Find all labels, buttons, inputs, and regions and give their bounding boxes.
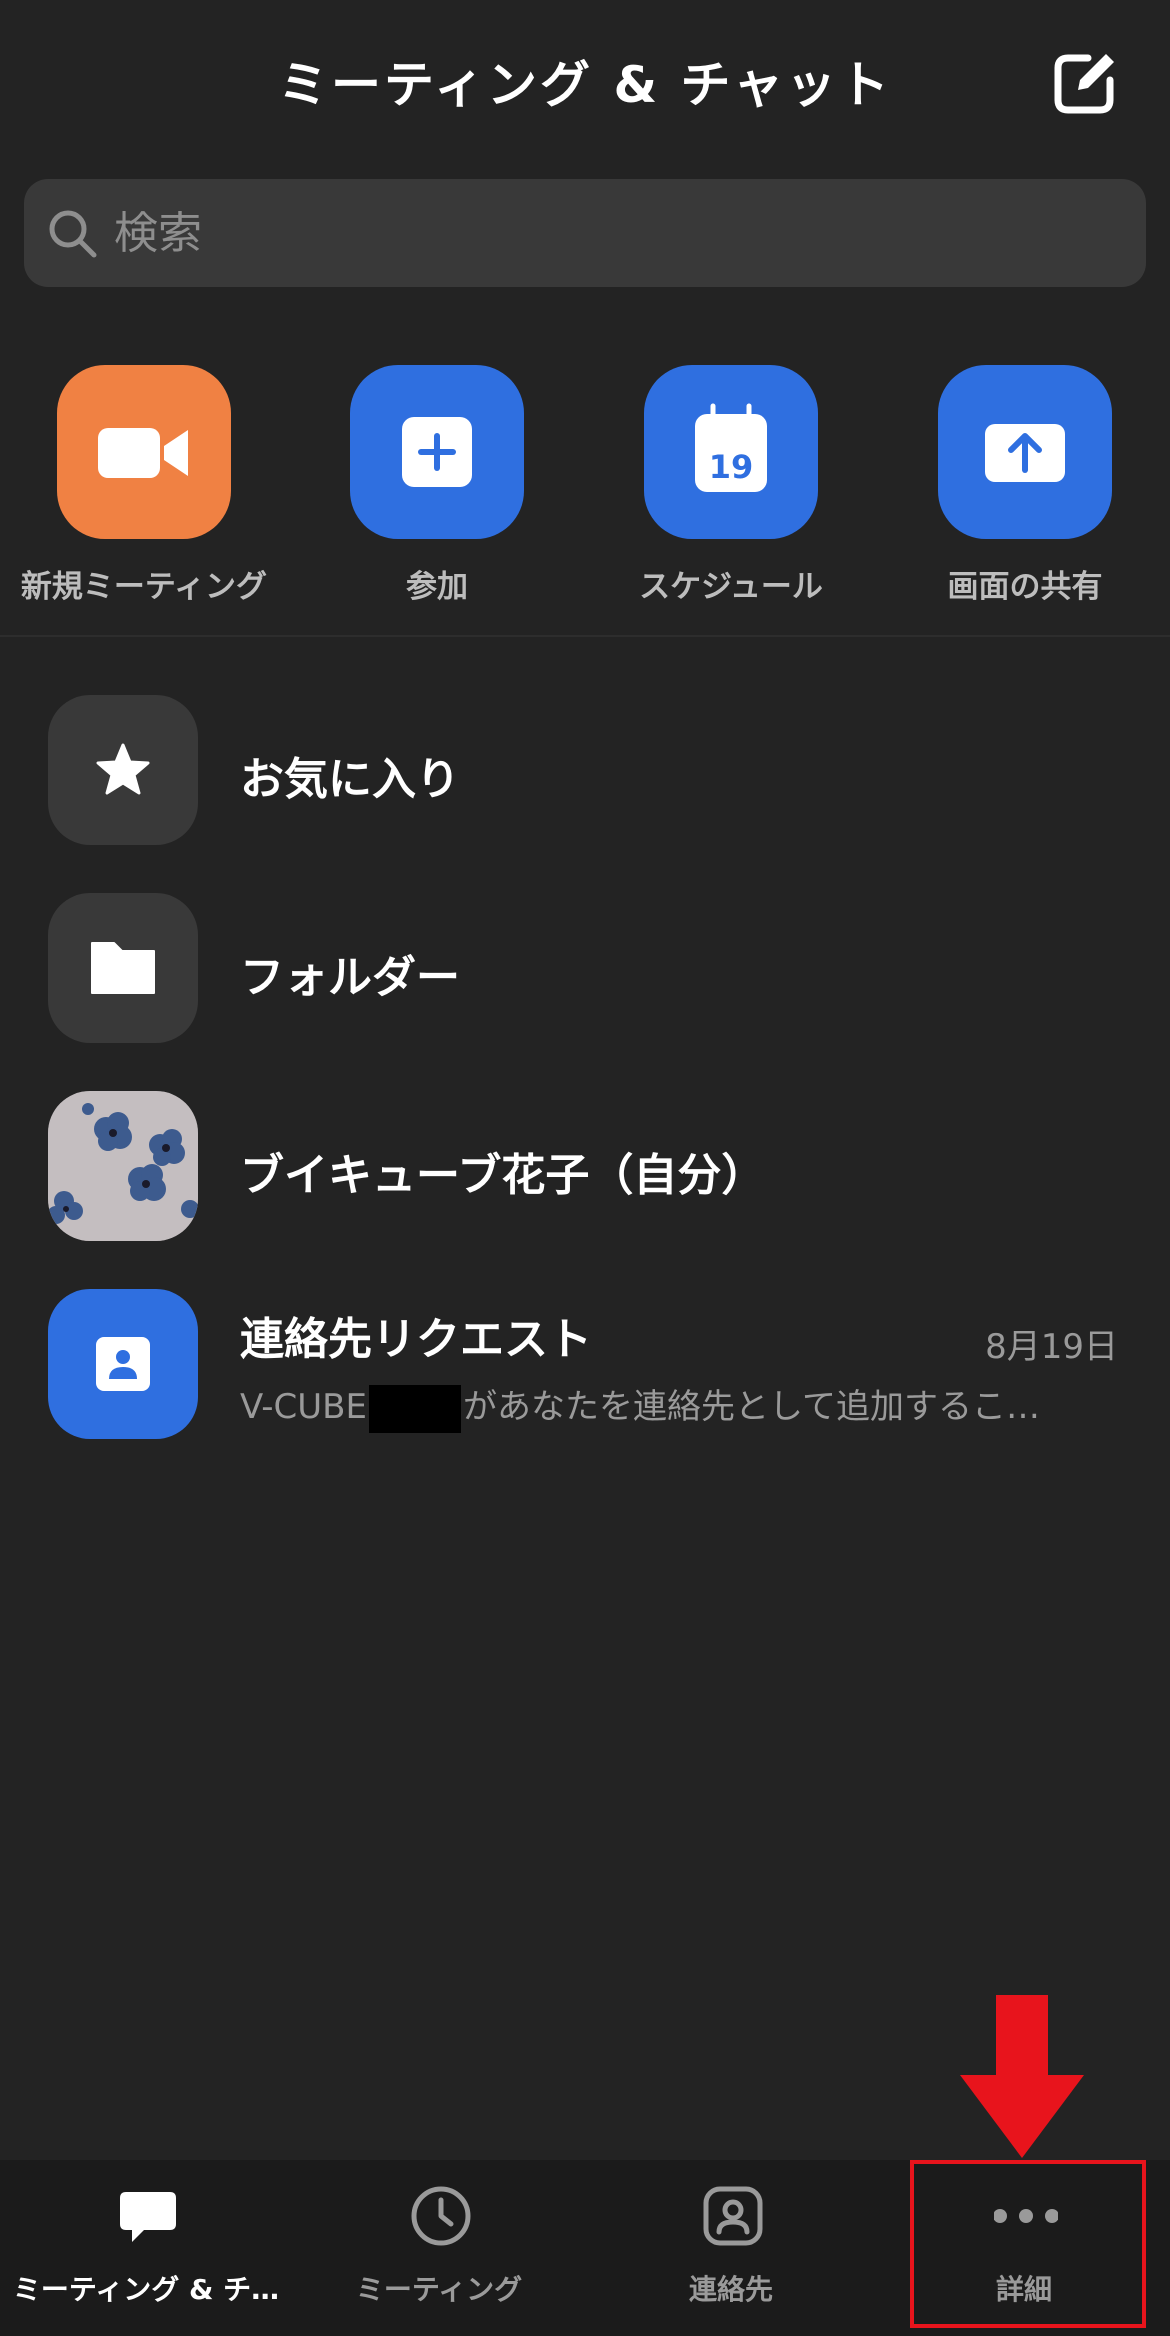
schedule-button[interactable]: 19 <box>644 365 818 539</box>
share-screen-icon <box>985 424 1065 482</box>
share-screen-action[interactable]: 画面の共有 <box>895 365 1155 615</box>
clock-icon <box>411 2186 471 2246</box>
contact-request-preview: V-CUBE があなたを連絡先として追加するこ… <box>240 1379 1120 1433</box>
redaction-box <box>368 1384 461 1433</box>
folder-icon-tile <box>48 893 198 1043</box>
contact-card-icon <box>96 1337 150 1391</box>
contact-request-date: 8月19日 <box>985 1327 1118 1367</box>
tab-contacts[interactable]: 連絡先 <box>585 2160 877 2336</box>
contact-icon <box>703 2186 763 2246</box>
list-item-contact-request[interactable]: 連絡先リクエスト 8月19日 V-CUBE があなたを連絡先として追加するこ… <box>0 1289 1170 1439</box>
favorites-icon-tile <box>48 695 198 845</box>
star-icon <box>96 743 150 795</box>
calendar-icon: 19 <box>695 403 767 492</box>
tab-meetings-chat[interactable]: ミーティング & チ… <box>0 2160 292 2336</box>
avatar-image <box>48 1091 198 1241</box>
compose-button[interactable] <box>1050 48 1120 118</box>
folder-title: フォルダー <box>240 952 460 1003</box>
search-input[interactable] <box>114 179 1114 287</box>
join-action[interactable]: 参加 <box>307 365 567 615</box>
plus-icon <box>402 417 472 487</box>
divider <box>0 635 1170 637</box>
tab-contacts-label: 連絡先 <box>688 2273 773 2306</box>
highlight-box <box>910 2160 1146 2328</box>
edit-icon <box>1054 54 1114 114</box>
list-item-self[interactable]: ブイキューブ花子（自分） <box>0 1091 1170 1241</box>
self-contact-title: ブイキューブ花子（自分） <box>240 1150 766 1201</box>
calendar-day-number: 19 <box>709 448 754 486</box>
header: ミーティング & チャット <box>0 0 1170 165</box>
share-screen-label: 画面の共有 <box>947 569 1103 605</box>
list-item-folder[interactable]: フォルダー <box>0 893 1170 1043</box>
new-meeting-button[interactable] <box>57 365 231 539</box>
tab-meetings-chat-label: ミーティング & チ… <box>12 2273 280 2306</box>
tab-meetings[interactable]: ミーティング <box>293 2160 585 2336</box>
preview-text: があなたを連絡先として追加するこ… <box>462 1387 1040 1427</box>
search-bar[interactable] <box>24 179 1146 287</box>
avatar <box>48 1091 198 1241</box>
folder-icon <box>91 942 155 994</box>
share-screen-button[interactable] <box>938 365 1112 539</box>
schedule-action[interactable]: 19 スケジュール <box>601 365 861 615</box>
preview-sender: V-CUBE <box>240 1387 367 1427</box>
join-label: 参加 <box>406 569 468 605</box>
search-icon <box>49 210 97 258</box>
new-meeting-action[interactable]: 新規ミーティング <box>14 365 274 615</box>
join-button[interactable] <box>350 365 524 539</box>
contact-request-title: 連絡先リクエスト <box>240 1314 592 1365</box>
schedule-label: スケジュール <box>639 569 823 605</box>
chat-bubble-icon <box>120 2192 176 2242</box>
down-arrow-icon <box>960 1995 1084 2158</box>
favorites-title: お気に入り <box>240 754 460 805</box>
list-item-favorites[interactable]: お気に入り <box>0 695 1170 845</box>
video-camera-icon <box>98 428 188 478</box>
page-title: ミーティング & チャット <box>278 56 892 114</box>
contact-request-icon-tile <box>48 1289 198 1439</box>
tab-meetings-label: ミーティング <box>355 2273 523 2306</box>
new-meeting-label: 新規ミーティング <box>20 569 268 605</box>
